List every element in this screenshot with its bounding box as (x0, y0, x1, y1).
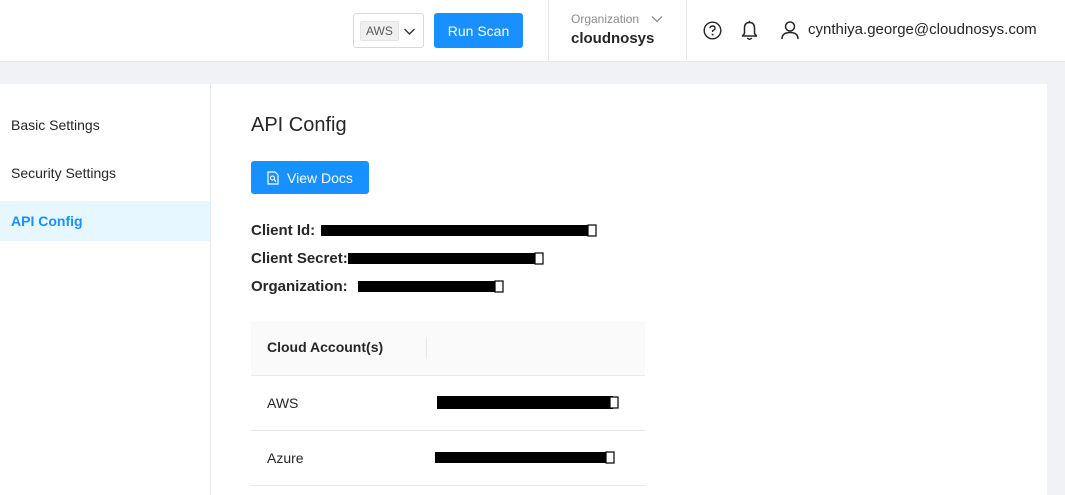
client-id-row: Client Id: (251, 220, 597, 240)
copy-icon[interactable] (587, 223, 597, 237)
cloud-provider-value: AWS (360, 20, 399, 41)
organization-row: Organization: (251, 276, 504, 296)
table-row: Azure (251, 431, 645, 486)
organization-value-redacted (357, 280, 498, 292)
copy-icon[interactable] (534, 251, 544, 265)
chevron-down-icon (404, 28, 415, 35)
view-docs-button[interactable]: View Docs (251, 161, 369, 194)
client-id-label: Client Id: (251, 221, 316, 239)
cloud-provider-select[interactable]: AWS (353, 13, 424, 48)
settings-card: Basic Settings Security Settings API Con… (0, 84, 1047, 495)
column-divider (426, 337, 427, 359)
client-secret-value-redacted (347, 252, 538, 264)
document-search-icon (267, 170, 279, 185)
client-secret-label: Client Secret: (251, 249, 348, 267)
column-header-cloud-accounts: Cloud Account(s) (267, 339, 384, 355)
cloud-accounts-table: Cloud Account(s) AWS Azure (251, 321, 645, 486)
bell-icon[interactable] (740, 20, 759, 41)
cloud-account-value (435, 451, 615, 464)
client-secret-row: Client Secret: (251, 248, 544, 268)
table-row: AWS (251, 376, 645, 431)
sidebar-item-security-settings[interactable]: Security Settings (0, 153, 210, 193)
sidebar-item-label: Security Settings (11, 165, 117, 181)
cloud-account-name: Azure (267, 450, 304, 466)
table-header: Cloud Account(s) (251, 321, 645, 376)
help-circle-icon[interactable] (703, 21, 722, 40)
sidebar-item-label: API Config (11, 213, 83, 229)
organization-switcher[interactable]: cloudnosys (571, 30, 654, 47)
account-id-redacted (437, 396, 613, 409)
sidebar-item-label: Basic Settings (11, 117, 100, 133)
header-divider (686, 0, 687, 62)
organization-field-label: Organization: (251, 277, 348, 295)
account-id-redacted (435, 452, 609, 463)
client-id-value-redacted (321, 224, 592, 236)
organization-chevron-down-icon[interactable] (651, 13, 663, 25)
user-icon[interactable] (780, 20, 800, 40)
settings-sidebar: Basic Settings Security Settings API Con… (0, 84, 211, 495)
run-scan-button[interactable]: Run Scan (434, 13, 523, 48)
cloud-account-value (437, 396, 619, 409)
user-email[interactable]: cynthiya.george@cloudnosys.com (808, 21, 1037, 38)
copy-icon[interactable] (494, 279, 504, 293)
page-title: API Config (251, 114, 347, 136)
view-docs-label: View Docs (287, 169, 353, 186)
copy-icon[interactable] (609, 396, 619, 409)
sidebar-item-basic-settings[interactable]: Basic Settings (0, 105, 210, 145)
top-header: AWS Run Scan Organization cloudnosys cyn… (0, 0, 1065, 62)
header-divider (548, 0, 549, 62)
sidebar-item-api-config[interactable]: API Config (0, 201, 210, 241)
cloud-account-name: AWS (267, 395, 299, 411)
organization-label: Organization (571, 12, 640, 26)
copy-icon[interactable] (605, 451, 615, 464)
